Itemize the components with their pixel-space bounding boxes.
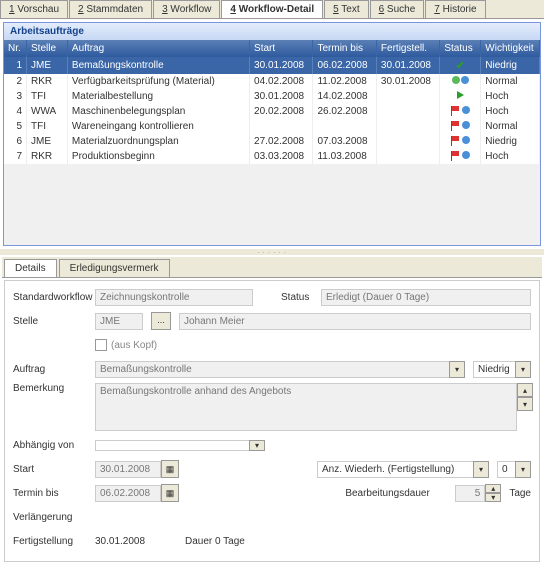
main-tabs: 1 Vorschau2 Stammdaten3 Workflow4 Workfl… — [0, 0, 544, 19]
combo-anzwiederh[interactable]: Anz. Wiederh. (Fertigstellung) ▾ — [317, 461, 489, 478]
scroll-down-icon[interactable]: ▾ — [517, 397, 533, 411]
field-terminbis[interactable]: 06.02.2008 — [95, 485, 161, 502]
label-start: Start — [13, 464, 95, 475]
main-tab-0[interactable]: 1 Vorschau — [0, 0, 68, 18]
flag-icon — [451, 106, 470, 114]
section-title: Arbeitsaufträge — [4, 23, 540, 40]
grid-container: Nr. Stelle Auftrag Start Termin bis Fert… — [4, 40, 540, 245]
label-auftrag: Auftrag — [13, 364, 95, 375]
field-stelle-name: Johann Meier — [179, 313, 531, 330]
main-tab-2[interactable]: 3 Workflow — [153, 0, 220, 18]
main-tab-1[interactable]: 2 Stammdaten — [69, 0, 152, 18]
label-tage: Tage — [509, 488, 531, 499]
col-stelle[interactable]: Stelle — [27, 40, 68, 57]
col-auftrag[interactable]: Auftrag — [67, 40, 249, 57]
field-stelle-code: JME — [95, 313, 143, 330]
table-row[interactable]: 6JMEMaterialzuordnungsplan27.02.200807.0… — [4, 134, 540, 149]
main-tab-5[interactable]: 6 Suche — [370, 0, 425, 18]
col-start[interactable]: Start — [250, 40, 313, 57]
table-row[interactable]: 3TFIMaterialbestellung30.01.200814.02.20… — [4, 89, 540, 104]
chevron-down-icon[interactable]: ▾ — [249, 440, 265, 451]
sub-tab-details[interactable]: Details — [4, 259, 57, 277]
calendar-icon[interactable]: ▦ — [161, 460, 179, 478]
label-auskopf: (aus Kopf) — [111, 340, 157, 351]
label-terminbis: Termin bis — [13, 488, 95, 499]
field-priority: Niedrig — [473, 361, 515, 378]
field-start[interactable]: 30.01.2008 — [95, 461, 161, 478]
col-termin[interactable]: Termin bis — [313, 40, 376, 57]
field-standardworkflow: Zeichnungskontrolle — [95, 289, 253, 306]
col-nr[interactable]: Nr. — [4, 40, 27, 57]
field-status: Erledigt (Dauer 0 Tage) — [321, 289, 531, 306]
label-bearbeitungsdauer: Bearbeitungsdauer — [345, 488, 455, 499]
sub-tabs: DetailsErledigungsvermerk — [2, 257, 542, 278]
table-row[interactable]: 4WWAMaschinenbelegungsplan20.02.200826.0… — [4, 104, 540, 119]
run-icon — [452, 76, 469, 84]
main-tab-4[interactable]: 5 Text — [324, 0, 369, 18]
spinner-down-icon[interactable]: ▾ — [485, 493, 501, 502]
value-dauer: Dauer 0 Tage — [185, 536, 245, 547]
label-abhaengig: Abhängig von — [13, 440, 95, 451]
combo-anzwiederh-val[interactable]: 0 ▾ — [497, 461, 531, 478]
main-tab-6[interactable]: 7 Historie — [425, 0, 485, 18]
chevron-down-icon[interactable]: ▾ — [515, 361, 531, 378]
field-bearbeitungsdauer[interactable]: 5 — [455, 485, 485, 502]
scroll-up-icon[interactable]: ▴ — [517, 383, 533, 397]
col-wicht[interactable]: Wichtigkeit — [481, 40, 540, 57]
calendar-icon[interactable]: ▦ — [161, 484, 179, 502]
table-row[interactable]: 1JMEBemaßungskontrolle30.01.200806.02.20… — [4, 57, 540, 74]
stelle-lookup-button[interactable]: ... — [151, 312, 171, 330]
col-status[interactable]: Status — [440, 40, 481, 57]
field-abhaengig — [95, 440, 249, 451]
chevron-down-icon[interactable]: ▾ — [449, 361, 465, 378]
field-bemerkung[interactable]: Bemaßungskontrolle anhand des Angebots — [95, 383, 517, 431]
combo-abhaengig[interactable]: ▾ — [95, 440, 265, 451]
flag-icon — [451, 136, 470, 144]
flag-icon — [451, 121, 470, 129]
field-auftrag: Bemaßungskontrolle — [95, 361, 449, 378]
combo-auftrag[interactable]: Bemaßungskontrolle ▾ — [95, 361, 465, 378]
label-bemerkung: Bemerkung — [13, 383, 95, 394]
label-fertigstellung: Fertigstellung — [13, 536, 95, 547]
spinner-up-icon[interactable]: ▴ — [485, 484, 501, 493]
chevron-down-icon[interactable]: ▾ — [473, 461, 489, 478]
flag-icon — [451, 151, 470, 159]
workorders-section: Arbeitsaufträge Nr. Stelle Auftrag Start… — [3, 22, 541, 246]
check-icon: ✔ — [456, 60, 465, 72]
detail-panel: DetailsErledigungsvermerk Standardworkfl… — [2, 257, 542, 562]
field-anzwiederh-val: 0 — [497, 461, 515, 478]
table-row[interactable]: 5TFIWareneingang kontrollierenNormal — [4, 119, 540, 134]
details-form: Standardworkflow Zeichnungskontrolle Sta… — [4, 280, 540, 562]
field-anzwiederh-label: Anz. Wiederh. (Fertigstellung) — [317, 461, 473, 478]
checkbox-auskopf[interactable] — [95, 339, 107, 351]
combo-priority[interactable]: Niedrig ▾ — [473, 361, 531, 378]
play-icon — [457, 91, 464, 99]
label-stelle: Stelle — [13, 316, 95, 327]
table-row[interactable]: 7RKRProduktionsbeginn03.03.200811.03.200… — [4, 149, 540, 164]
splitter[interactable]: . . . . . . — [0, 249, 544, 255]
label-verlaengerung: Verlängerung — [13, 512, 95, 523]
col-fertig[interactable]: Fertigstell. — [376, 40, 439, 57]
table-row[interactable]: 2RKRVerfügbarkeitsprüfung (Material)04.0… — [4, 74, 540, 89]
label-status: Status — [281, 292, 321, 303]
workorders-grid[interactable]: Nr. Stelle Auftrag Start Termin bis Fert… — [4, 40, 540, 164]
grid-header-row: Nr. Stelle Auftrag Start Termin bis Fert… — [4, 40, 540, 57]
value-fertigstellung: 30.01.2008 — [95, 536, 185, 547]
main-tab-3[interactable]: 4 Workflow-Detail — [221, 0, 323, 18]
sub-tab-erledigungsvermerk[interactable]: Erledigungsvermerk — [59, 259, 170, 277]
label-standardworkflow: Standardworkflow — [13, 292, 95, 303]
chevron-down-icon[interactable]: ▾ — [515, 461, 531, 478]
